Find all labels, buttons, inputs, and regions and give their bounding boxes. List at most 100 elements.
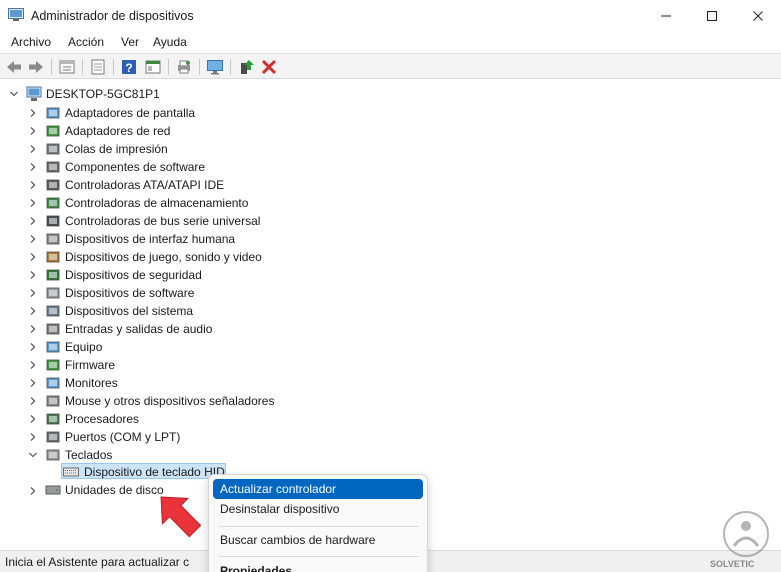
title-bar: Administrador de dispositivos <box>0 0 781 32</box>
device-category-icon <box>46 143 60 155</box>
device-category-icon <box>46 413 60 425</box>
chevron-right-icon[interactable] <box>28 234 38 244</box>
watermark-text: SOLVETIC <box>710 559 755 569</box>
device-category-icon <box>46 431 60 443</box>
maximize-icon <box>707 11 717 21</box>
tree-category-label[interactable]: Dispositivos de seguridad <box>65 268 202 282</box>
tree-category-label[interactable]: Monitores <box>65 376 118 390</box>
ctx-update-driver[interactable]: Actualizar controlador <box>213 479 423 499</box>
chevron-down-icon[interactable] <box>28 450 38 460</box>
chevron-right-icon[interactable] <box>28 216 38 226</box>
tree-category-label[interactable]: Firmware <box>65 358 115 372</box>
toolbar-separator <box>199 59 200 75</box>
tree-category-label[interactable]: Componentes de software <box>65 160 205 174</box>
tree-category-label[interactable]: Controladoras ATA/ATAPI IDE <box>65 178 224 192</box>
tree-category-label[interactable]: Procesadores <box>65 412 139 426</box>
sheet-icon[interactable] <box>89 58 107 76</box>
tree-category-label[interactable]: Puertos (COM y LPT) <box>65 430 180 444</box>
monitor-icon[interactable] <box>206 58 224 76</box>
chevron-right-icon[interactable] <box>28 126 38 136</box>
ctx-separator <box>219 556 419 557</box>
status-text: Inicia el Asistente para actualizar c <box>5 555 190 569</box>
properties-icon[interactable] <box>58 58 76 76</box>
window-title: Administrador de dispositivos <box>31 9 194 23</box>
chevron-right-icon[interactable] <box>28 306 38 316</box>
chevron-right-icon[interactable] <box>28 252 38 262</box>
ctx-uninstall-device[interactable]: Desinstalar dispositivo <box>209 499 427 519</box>
close-icon <box>753 11 763 21</box>
chevron-right-icon[interactable] <box>28 108 38 118</box>
maximize-button[interactable] <box>689 0 735 32</box>
chevron-right-icon[interactable] <box>28 270 38 280</box>
tree-category-label[interactable]: Adaptadores de pantalla <box>65 106 195 120</box>
tree-category-label[interactable]: Entradas y salidas de audio <box>65 322 212 336</box>
keyboard-icon <box>63 467 79 477</box>
toolbar-separator <box>82 59 83 75</box>
device-category-icon <box>46 107 60 119</box>
chevron-right-icon[interactable] <box>28 342 38 352</box>
chevron-right-icon[interactable] <box>28 360 38 370</box>
menu-bar: Archivo Acción Ver Ayuda <box>0 32 781 53</box>
chevron-right-icon[interactable] <box>28 180 38 190</box>
toolbar-separator <box>230 59 231 75</box>
menu-accion[interactable]: Acción <box>68 35 104 49</box>
computer-icon <box>26 86 42 101</box>
svg-text:?: ? <box>125 61 132 75</box>
tree-category-label[interactable]: Colas de impresión <box>65 142 168 156</box>
context-menu: Actualizar controlador Desinstalar dispo… <box>208 474 428 572</box>
chevron-right-icon[interactable] <box>28 162 38 172</box>
tree-category-label[interactable]: Dispositivos de interfaz humana <box>65 232 235 246</box>
tree-category-label[interactable]: Dispositivos del sistema <box>65 304 193 318</box>
minimize-button[interactable] <box>643 0 689 32</box>
toolbar-separator <box>113 59 114 75</box>
tree-category-label[interactable]: Mouse y otros dispositivos señaladores <box>65 394 274 408</box>
chevron-right-icon[interactable] <box>28 324 38 334</box>
tree-category-unidades-de-disco[interactable]: Unidades de disco <box>65 483 164 497</box>
forward-icon[interactable] <box>27 58 45 76</box>
printer-icon[interactable] <box>175 58 193 76</box>
chevron-right-icon[interactable] <box>28 288 38 298</box>
device-category-icon <box>46 161 60 173</box>
device-category-icon <box>46 215 60 227</box>
device-category-icon <box>46 125 60 137</box>
tree-category-label[interactable]: Dispositivos de juego, sonido y video <box>65 250 262 264</box>
tree-category-label[interactable]: Dispositivos de software <box>65 286 194 300</box>
device-category-icon <box>46 341 60 353</box>
minimize-icon <box>661 15 671 17</box>
disk-drive-icon <box>45 485 61 495</box>
ctx-properties[interactable]: Propiedades <box>209 561 427 572</box>
menu-archivo[interactable]: Archivo <box>11 35 51 49</box>
back-icon[interactable] <box>5 58 23 76</box>
chevron-right-icon[interactable] <box>28 378 38 388</box>
device-category-icon <box>46 269 60 281</box>
chevron-right-icon[interactable] <box>28 396 38 406</box>
uninstall-icon[interactable] <box>260 58 278 76</box>
tree-category-label[interactable]: Equipo <box>65 340 102 354</box>
device-category-icon <box>46 251 60 263</box>
ctx-scan-hardware[interactable]: Buscar cambios de hardware <box>209 530 427 550</box>
tree-category-label[interactable]: Controladoras de bus serie universal <box>65 214 260 228</box>
close-button[interactable] <box>735 0 781 32</box>
chevron-right-icon[interactable] <box>28 198 38 208</box>
device-category-icon <box>46 377 60 389</box>
chevron-right-icon[interactable] <box>28 414 38 424</box>
console-icon[interactable] <box>144 58 162 76</box>
tree-category-label[interactable]: Controladoras de almacenamiento <box>65 196 248 210</box>
menu-ayuda[interactable]: Ayuda <box>153 35 187 49</box>
menu-ver[interactable]: Ver <box>121 35 139 49</box>
tree-root-label[interactable]: DESKTOP-5GC81P1 <box>46 87 160 101</box>
toolbar: ? <box>0 53 781 79</box>
device-manager-icon <box>8 8 24 21</box>
update-driver-icon[interactable] <box>237 58 255 76</box>
chevron-right-icon[interactable] <box>28 432 38 442</box>
toolbar-separator <box>168 59 169 75</box>
tree-category-label[interactable]: Adaptadores de red <box>65 124 170 138</box>
device-category-icon <box>46 287 60 299</box>
chevron-right-icon[interactable] <box>28 144 38 154</box>
tree-child-keyboard-hid[interactable]: Dispositivo de teclado HID <box>84 465 225 479</box>
chevron-down-icon[interactable] <box>9 89 19 99</box>
chevron-right-icon[interactable] <box>28 486 38 496</box>
tree-category-label[interactable]: Teclados <box>65 448 112 462</box>
device-category-icon <box>46 179 60 191</box>
help-icon[interactable]: ? <box>120 58 138 76</box>
